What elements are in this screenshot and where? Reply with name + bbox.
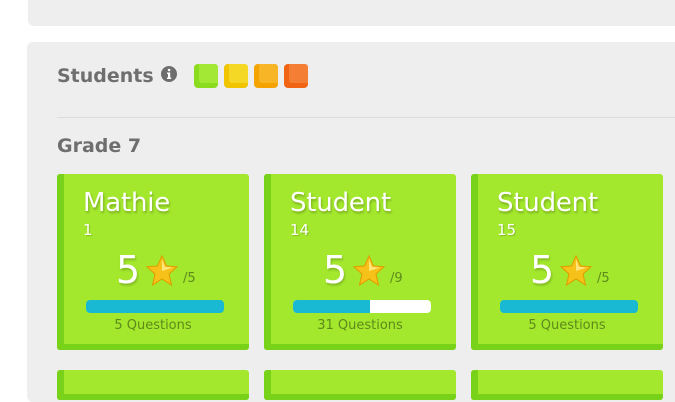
score-total: /5	[183, 271, 196, 286]
previous-panel	[28, 0, 675, 26]
divider	[57, 117, 675, 118]
info-icon[interactable]	[160, 65, 178, 83]
student-name: Student	[290, 188, 391, 218]
student-id: 1	[83, 221, 93, 239]
grade-title: Grade 7	[57, 135, 142, 157]
question-count: 31 Questions	[317, 318, 403, 333]
student-score: 5	[530, 248, 555, 292]
progress-bar	[293, 300, 431, 313]
progress-bar-fill	[500, 300, 638, 313]
student-card[interactable]	[57, 370, 249, 400]
student-card[interactable]	[471, 370, 663, 400]
mastery-legend	[193, 64, 314, 88]
question-count: 5 Questions	[114, 318, 192, 333]
progress-bar	[86, 300, 224, 313]
progress-bar	[500, 300, 638, 313]
student-id: 14	[290, 221, 310, 239]
legend-swatch-yellow	[223, 64, 248, 88]
progress-bar-fill	[293, 300, 371, 313]
star-icon	[145, 254, 179, 287]
student-name: Student	[497, 188, 598, 218]
question-count: 5 Questions	[528, 318, 606, 333]
progress-bar-fill	[86, 300, 224, 313]
student-score: 5	[323, 248, 348, 292]
student-card[interactable]: Student 14 5 /9 31 Questions	[264, 174, 456, 350]
legend-swatch-orange	[253, 64, 278, 88]
score-total: /5	[597, 271, 610, 286]
legend-swatch-green	[193, 64, 218, 88]
star-icon	[352, 254, 386, 287]
score-total: /9	[390, 271, 403, 286]
student-card[interactable]: Mathie 1 5 /5 5 Questions	[57, 174, 249, 350]
student-card[interactable]	[264, 370, 456, 400]
star-icon	[559, 254, 593, 287]
legend-swatch-red	[283, 64, 308, 88]
student-id: 15	[497, 221, 517, 239]
students-header: Students	[57, 62, 314, 90]
students-title: Students	[57, 65, 154, 87]
student-score: 5	[116, 248, 141, 292]
student-card[interactable]: Student 15 5 /5 5 Questions	[471, 174, 663, 350]
student-name: Mathie	[83, 188, 171, 218]
